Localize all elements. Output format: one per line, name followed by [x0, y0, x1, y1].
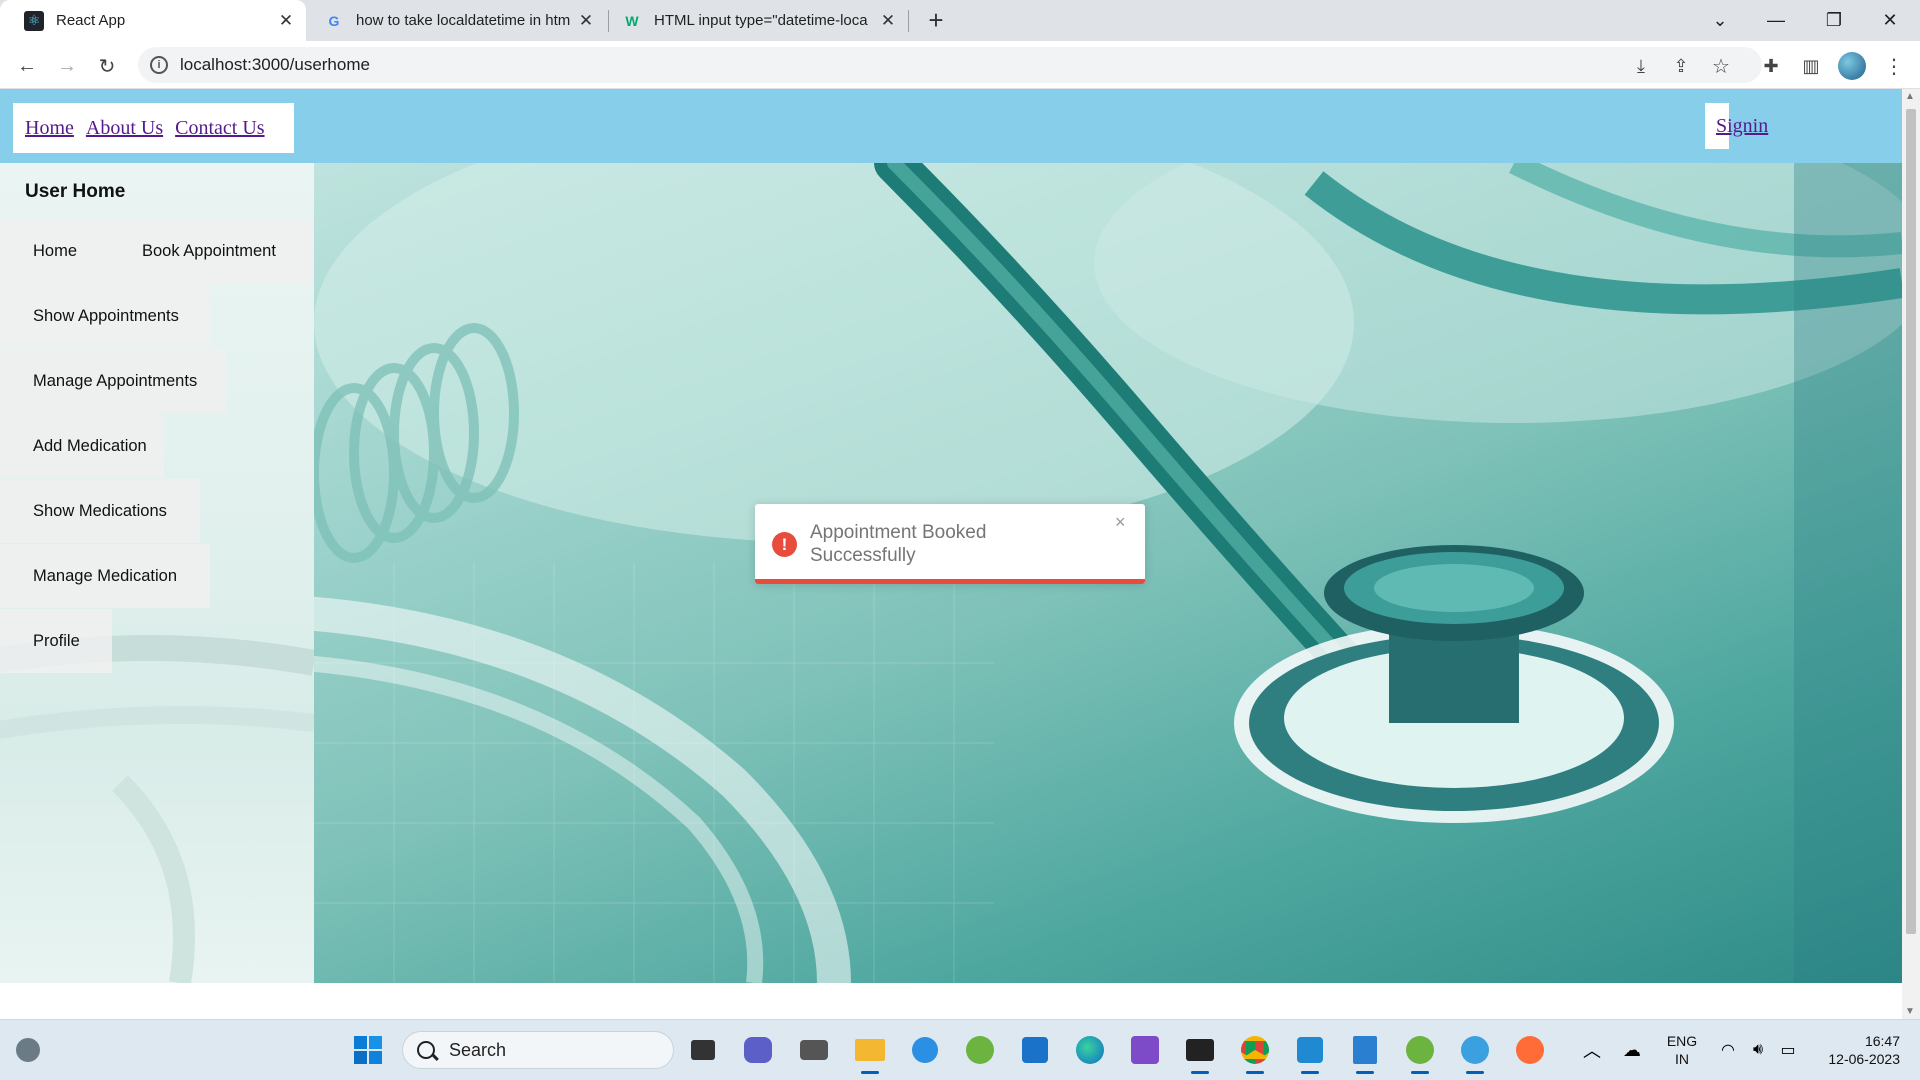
toast-message: Appointment Booked Successfully [810, 522, 987, 566]
reload-icon[interactable]: ↻ [91, 50, 123, 82]
camera-icon[interactable] [796, 1032, 832, 1068]
minimize-window-icon[interactable]: — [1748, 0, 1804, 41]
tab-title: how to take localdatetime in htm [356, 12, 571, 29]
react-icon: ⚛ [24, 10, 44, 31]
address-bar[interactable]: i localhost:3000/userhome [138, 47, 1762, 83]
clock-time: 16:47 [1864, 1033, 1900, 1049]
microsoft-store-icon[interactable] [1017, 1032, 1053, 1068]
page-viewport: Home About Us Contact Us Signin User Hom… [0, 89, 1902, 1019]
spring-boot-icon[interactable] [1402, 1032, 1438, 1074]
taskbar-search-label: Search [449, 1039, 507, 1060]
search-icon [417, 1041, 435, 1059]
sidebar-item-manage-appointments[interactable]: Manage Appointments [0, 349, 226, 413]
tab-w3schools[interactable]: W HTML input type="datetime-loca ✕ [608, 0, 908, 41]
sidebar-title: User Home [25, 181, 126, 202]
new-tab-button[interactable]: + [922, 5, 950, 35]
restore-window-icon[interactable]: ❐ [1806, 0, 1862, 41]
battery-icon[interactable]: ▭ [1770, 1032, 1806, 1068]
close-window-icon[interactable]: ✕ [1862, 0, 1918, 41]
language-indicator[interactable]: ENG IN [1664, 1032, 1700, 1068]
bookmark-star-icon[interactable]: ☆ [1705, 50, 1737, 82]
tab-title: HTML input type="datetime-loca [654, 12, 868, 29]
tab-react-app[interactable]: ⚛ React App ✕ [0, 0, 306, 41]
settings-app-icon[interactable] [907, 1032, 943, 1068]
sidebar-item-show-medications[interactable]: Show Medications [0, 479, 200, 543]
show-hidden-icons-chevron-icon[interactable]: ︿ [1574, 1032, 1610, 1068]
postman-icon[interactable] [1512, 1032, 1548, 1068]
google-icon: G [328, 12, 340, 29]
close-tab-icon[interactable]: ✕ [274, 9, 298, 33]
language-code: ENG [1666, 1033, 1698, 1049]
sidebar-item-profile[interactable]: Profile [0, 609, 112, 673]
toast-progress-bar [755, 579, 1145, 584]
vscode-icon[interactable] [1292, 1032, 1328, 1074]
spring-tool-icon[interactable] [962, 1032, 998, 1068]
widgets-weather-icon[interactable] [10, 1032, 46, 1068]
onedrive-cloud-icon[interactable]: ☁ [1614, 1032, 1650, 1068]
site-info-icon[interactable]: i [150, 56, 168, 74]
sidebar-item-home[interactable]: Home [0, 219, 112, 283]
clock-date: 12-06-2023 [1828, 1051, 1900, 1067]
close-tab-icon[interactable]: ✕ [876, 9, 900, 33]
paint-app-icon[interactable] [1457, 1032, 1493, 1074]
profile-avatar[interactable] [1838, 52, 1866, 80]
scrollbar-thumb[interactable] [1906, 109, 1916, 934]
menu-kebab-icon[interactable]: ⋮ [1878, 50, 1910, 82]
page-scrollbar[interactable]: ▲ ▼ [1902, 89, 1920, 1019]
scroll-up-arrow-icon[interactable]: ▲ [1905, 91, 1915, 102]
extensions-puzzle-icon[interactable]: ✚ [1755, 50, 1787, 82]
visual-studio-icon[interactable] [1127, 1032, 1163, 1068]
windows-start-icon[interactable] [350, 1032, 386, 1068]
notepad-icon[interactable] [1347, 1032, 1383, 1074]
terminal-icon[interactable] [1182, 1032, 1218, 1074]
windows-taskbar: Search ︿ ☁ ENG IN ◠ 🔊︎ ▭ 16:47 12-06-202… [0, 1019, 1920, 1080]
clock[interactable]: 16:47 12-06-2023 [1810, 1032, 1900, 1068]
chrome-browser-icon[interactable] [1237, 1032, 1273, 1074]
tab-title: React App [56, 12, 126, 29]
browser-toolbar: ← → ↻ i localhost:3000/userhome ⤓ ⇪ ☆ ✚ … [0, 41, 1920, 89]
teams-chat-icon[interactable] [740, 1032, 776, 1068]
sidebar-item-show-appointments[interactable]: Show Appointments [0, 284, 210, 348]
nav-links: Home About Us Contact Us [13, 103, 294, 153]
tab-google-search[interactable]: G how to take localdatetime in htm ✕ [306, 0, 606, 41]
sidebar-item-manage-medication[interactable]: Manage Medication [0, 544, 210, 608]
browser-tab-strip: ⚛ React App ✕ G how to take localdatetim… [0, 0, 1920, 41]
side-panel-icon[interactable]: ▥ [1795, 50, 1827, 82]
scroll-down-arrow-icon[interactable]: ▼ [1905, 1006, 1915, 1017]
nav-link-contact-us[interactable]: Contact Us [175, 117, 264, 140]
taskbar-search[interactable]: Search [402, 1031, 674, 1069]
back-arrow-icon[interactable]: ← [11, 50, 43, 82]
nav-link-about-us[interactable]: About Us [86, 117, 163, 140]
toast-notification: ! Appointment Booked Successfully × [755, 504, 1145, 584]
sidebar-item-book-appointment[interactable]: Book Appointment [112, 219, 314, 283]
address-bar-url[interactable]: localhost:3000/userhome [180, 55, 370, 75]
top-navigation: Home About Us Contact Us Signin [0, 89, 1902, 163]
signin-box: Signin [1705, 103, 1768, 149]
forward-arrow-icon[interactable]: → [51, 50, 83, 82]
close-tab-icon[interactable]: ✕ [574, 9, 598, 33]
task-view-icon[interactable] [685, 1032, 721, 1068]
region-code: IN [1675, 1051, 1689, 1067]
w3schools-icon: W [625, 12, 639, 29]
share-icon[interactable]: ⇪ [1665, 50, 1697, 82]
sidebar-item-add-medication[interactable]: Add Medication [0, 414, 164, 478]
nav-link-home[interactable]: Home [25, 117, 74, 140]
error-exclamation-icon: ! [772, 532, 797, 557]
edge-browser-icon[interactable] [1072, 1032, 1108, 1068]
tab-search-chevron-icon[interactable]: ⌄ [1692, 0, 1748, 41]
install-app-icon[interactable]: ⤓ [1625, 50, 1657, 82]
tab-divider [908, 10, 909, 32]
toast-close-icon[interactable]: × [1115, 512, 1126, 533]
signin-link[interactable]: Signin [1705, 115, 1768, 138]
file-explorer-icon[interactable] [852, 1032, 888, 1074]
